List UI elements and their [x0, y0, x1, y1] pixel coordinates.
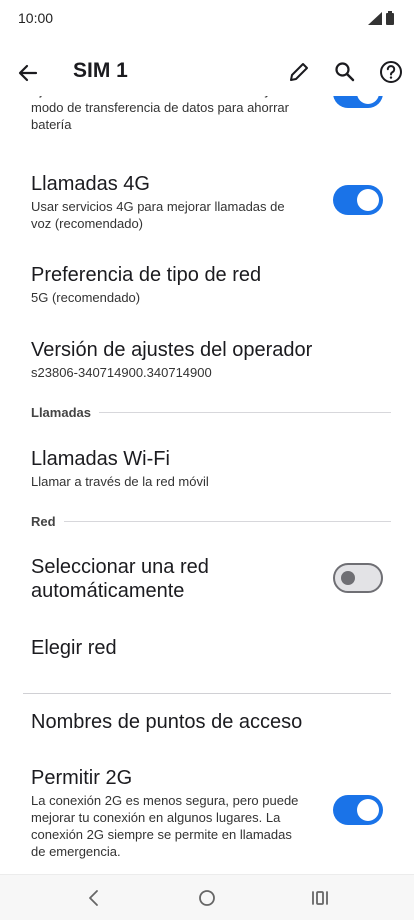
- toggle-knob: [357, 189, 379, 211]
- tipo-red-title: Preferencia de tipo de red: [31, 264, 262, 286]
- wifi-calling-title: Llamadas Wi-Fi: [31, 448, 170, 470]
- allow-2g-item[interactable]: Permitir 2G La conexión 2G es menos segu…: [0, 762, 414, 862]
- section-divider: [63, 520, 391, 522]
- nav-home-icon[interactable]: [196, 887, 218, 909]
- choose-network-item[interactable]: Elegir red: [0, 626, 414, 670]
- section-divider: [98, 411, 391, 413]
- section-label: Red: [31, 513, 56, 529]
- allow-2g-subtitle: La conexión 2G es menos segura, pero pue…: [31, 793, 299, 859]
- choose-network-title: Elegir red: [31, 637, 117, 659]
- llamadas-4g-subtitle: Usar servicios 4G para mejorar llamadas …: [31, 199, 285, 231]
- section-header-llamadas: Llamadas: [31, 404, 391, 420]
- auto-network-item[interactable]: Seleccionar una red automáticamente: [0, 551, 414, 609]
- search-icon[interactable]: [332, 59, 358, 85]
- auto-network-title-line1: Seleccionar una red: [31, 556, 209, 578]
- status-bar: 10:00: [0, 0, 414, 38]
- auto-network-toggle[interactable]: [333, 563, 383, 593]
- version-ajustes-subtitle: s23806-340714900.340714900: [31, 365, 212, 380]
- list-divider: [23, 693, 391, 694]
- battery-icon: [386, 11, 394, 25]
- tipo-red-subtitle: 5G (recomendado): [31, 290, 141, 305]
- toggle-knob: [341, 571, 355, 585]
- llamadas-4g-item[interactable]: Llamadas 4G Usar servicios 4G para mejor…: [0, 168, 414, 238]
- wifi-calling-subtitle: Llamar a través de la red móvil: [31, 474, 209, 489]
- page-title: SIM 1: [73, 59, 128, 82]
- section-header-red: Red: [31, 513, 391, 529]
- nav-back-icon[interactable]: [83, 887, 105, 909]
- nav-recents-icon[interactable]: [309, 887, 331, 909]
- llamadas-4g-toggle[interactable]: [333, 185, 383, 215]
- back-arrow-icon[interactable]: [14, 59, 42, 87]
- allow-2g-title: Permitir 2G: [31, 767, 133, 789]
- llamadas-4g-title: Llamadas 4G: [31, 173, 150, 195]
- toggle-knob: [357, 96, 379, 104]
- auto-5g-subtitle: Ajusta automáticamente la conexión 5G y …: [31, 96, 289, 132]
- status-icons: [368, 11, 394, 25]
- apn-title: Nombres de puntos de acceso: [31, 711, 303, 733]
- auto-5g-toggle[interactable]: [333, 96, 383, 108]
- settings-list[interactable]: Ajusta automáticamente la conexión 5G y …: [0, 96, 414, 874]
- system-nav-bar: [0, 874, 414, 920]
- auto-5g-item[interactable]: Ajusta automáticamente la conexión 5G y …: [0, 96, 414, 144]
- auto-network-title-line2: automáticamente: [31, 580, 185, 602]
- status-time: 10:00: [18, 10, 54, 26]
- tipo-red-item[interactable]: Preferencia de tipo de red 5G (recomenda…: [0, 258, 414, 312]
- toggle-knob: [357, 799, 379, 821]
- version-ajustes-item[interactable]: Versión de ajustes del operador s23806-3…: [0, 333, 414, 387]
- edit-pencil-icon[interactable]: [286, 59, 312, 85]
- app-bar: SIM 1: [0, 48, 414, 96]
- wifi-calling-item[interactable]: Llamadas Wi-Fi Llamar a través de la red…: [0, 442, 414, 496]
- signal-icon: [368, 11, 382, 25]
- section-label: Llamadas: [31, 404, 91, 420]
- allow-2g-toggle[interactable]: [333, 795, 383, 825]
- version-ajustes-title: Versión de ajustes del operador: [31, 339, 313, 361]
- apn-item[interactable]: Nombres de puntos de acceso: [0, 700, 414, 744]
- help-icon[interactable]: [378, 59, 404, 85]
